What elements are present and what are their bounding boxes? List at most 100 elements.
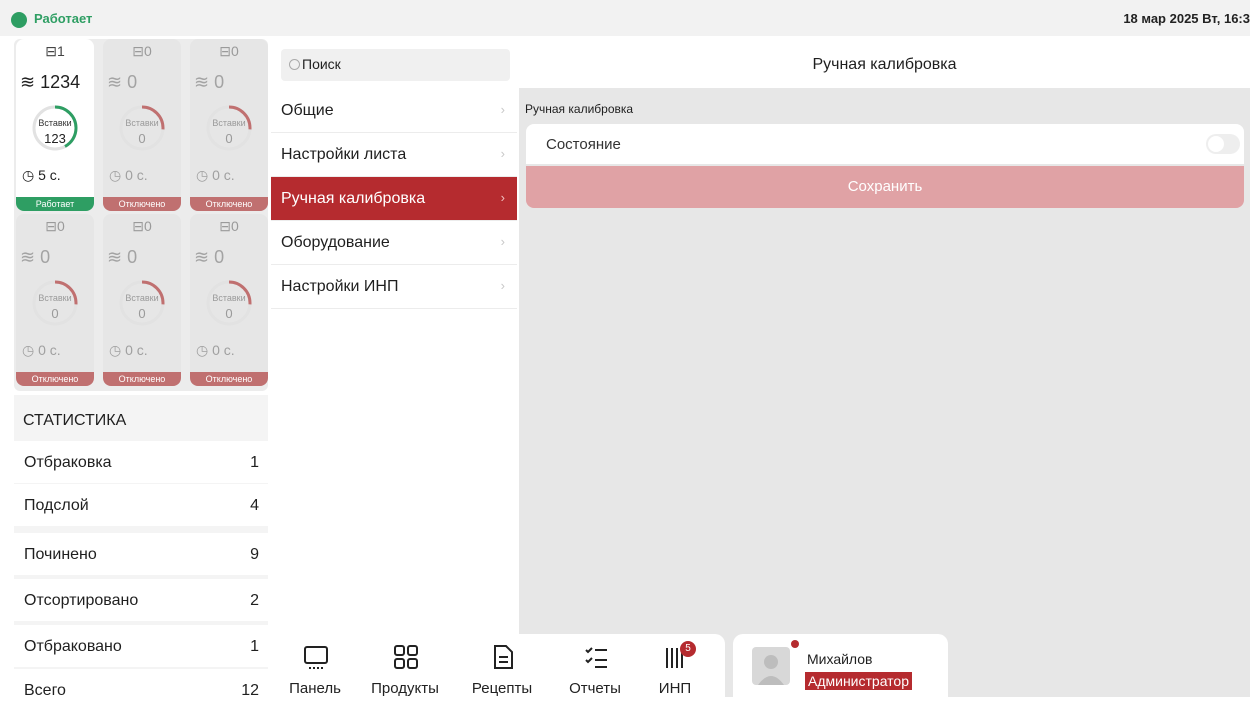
- counter-icon: ⊟: [219, 218, 231, 234]
- clock-icon: ◷: [22, 167, 35, 183]
- status-label: Работает: [34, 11, 93, 26]
- machine-tile[interactable]: ⊟0 ≋ 0 Вставки 0 ◷ 0 с. Отключено: [190, 39, 268, 211]
- nav-document-button[interactable]: Рецепты: [462, 634, 542, 697]
- clock-icon: ◷: [22, 342, 35, 358]
- checklist-icon: [585, 647, 607, 668]
- grid-icon: [394, 645, 418, 669]
- toggle-knob: [1208, 136, 1224, 152]
- stack-readout: ≋ 0: [194, 247, 224, 268]
- menu-item[interactable]: Общие ›: [271, 89, 517, 133]
- settings-menu: Поиск Общие › Настройки листа › Ручная калиб…: [271, 40, 517, 628]
- status-bar: Работает 18 мар 2025 Вт, 16:3: [0, 0, 1250, 36]
- gauge-label: Вставки: [212, 293, 246, 303]
- stack-value: 0: [214, 247, 225, 267]
- counter-icon: ⊟: [132, 218, 144, 234]
- search-input[interactable]: Поиск: [281, 49, 510, 81]
- machine-state-badge: Отключено: [190, 197, 268, 211]
- counter-readout: ⊟1: [16, 43, 94, 60]
- nav-label: Рецепты: [471, 680, 533, 697]
- stat-row: Отбраковка 1: [14, 441, 268, 483]
- machine-tile[interactable]: ⊟0 ≋ 0 Вставки 0 ◷ 0 с. Отключено: [103, 214, 181, 386]
- nav-grid-button[interactable]: Продукты: [365, 634, 445, 697]
- clock-icon: ◷: [109, 342, 122, 358]
- stack-readout: ≋ 0: [107, 247, 137, 268]
- machine-tile[interactable]: ⊟0 ≋ 0 Вставки 0 ◷ 0 с. Отключено: [103, 39, 181, 211]
- menu-item[interactable]: Настройки ИНП ›: [271, 265, 517, 309]
- counter-icon: ⊟: [132, 43, 144, 59]
- inserts-gauge: Вставки 0: [202, 276, 256, 330]
- counter-icon: ⊟: [45, 218, 57, 234]
- statistics-title: СТАТИСТИКА: [23, 412, 127, 429]
- stat-value: 9: [250, 546, 259, 563]
- state-row: Состояние: [526, 124, 1244, 164]
- inserts-gauge: Вставки 0: [115, 101, 169, 155]
- search-placeholder: Поиск: [302, 56, 341, 72]
- layers-icon: ≋: [107, 72, 123, 92]
- machine-state-badge: Работает: [16, 197, 94, 211]
- gauge-ring: [206, 105, 252, 151]
- state-toggle[interactable]: [1206, 134, 1240, 154]
- document-icon: [494, 645, 513, 669]
- stat-row: Отбраковано 1: [14, 625, 268, 667]
- save-button-label: Сохранить: [847, 178, 923, 195]
- counter-readout: ⊟0: [190, 218, 268, 235]
- gauge-value: 123: [44, 131, 66, 146]
- chevron-right-icon: ›: [500, 146, 505, 161]
- stat-label: Отбраковано: [24, 638, 122, 655]
- user-name: Михайлов: [807, 651, 873, 667]
- machine-tile[interactable]: ⊟0 ≋ 0 Вставки 0 ◷ 0 с. Отключено: [190, 214, 268, 386]
- stat-row: Всего 12: [14, 669, 268, 711]
- nav-checklist-button[interactable]: Отчеты: [555, 634, 635, 697]
- counter-value: 0: [56, 218, 65, 234]
- timer-readout: ◷ 0 с.: [22, 342, 61, 359]
- stat-label: Отсортировано: [24, 592, 139, 609]
- stack-value: 0: [127, 72, 138, 92]
- user-status-dot-icon: [791, 640, 799, 648]
- timer-value: 0 с.: [212, 167, 235, 183]
- menu-item[interactable]: Оборудование ›: [271, 221, 517, 265]
- nav-monitor-button[interactable]: Панель: [275, 634, 355, 697]
- menu-item[interactable]: Настройки листа ›: [271, 133, 517, 177]
- timer-value: 0 с.: [38, 342, 61, 358]
- status-indicator-icon: [11, 12, 27, 28]
- timer-readout: ◷ 0 с.: [196, 167, 235, 184]
- save-button[interactable]: Сохранить: [526, 166, 1244, 208]
- counter-value: 0: [143, 218, 152, 234]
- user-card[interactable]: Михайлов Администратор: [733, 634, 948, 697]
- menu-item-label: Настройки листа: [281, 146, 407, 163]
- machine-tile[interactable]: ⊟0 ≋ 0 Вставки 0 ◷ 0 с. Отключено: [16, 214, 94, 386]
- stat-row: Подслой 4: [14, 484, 268, 526]
- machine-state-badge: Отключено: [103, 372, 181, 386]
- stack-readout: ≋ 0: [107, 72, 137, 93]
- gauge-ring: [119, 280, 165, 326]
- stack-readout: ≋ 0: [194, 72, 224, 93]
- stack-value: 0: [127, 247, 138, 267]
- layers-icon: ≋: [107, 247, 123, 267]
- stat-label: Починено: [24, 546, 97, 563]
- menu-item[interactable]: Ручная калибровка ›: [271, 177, 517, 221]
- state-label: Состояние: [546, 136, 621, 153]
- counter-readout: ⊟0: [103, 43, 181, 60]
- stat-label: Подслой: [24, 497, 89, 514]
- gauge-value: 0: [225, 131, 233, 146]
- gauge-value: 0: [51, 306, 59, 321]
- datetime: 18 мар 2025 Вт, 16:3: [1123, 11, 1250, 26]
- counter-value: 0: [230, 218, 239, 234]
- gauge-label: Вставки: [125, 293, 159, 303]
- machine-state-badge: Отключено: [190, 372, 268, 386]
- stat-value: 4: [250, 497, 259, 514]
- inserts-gauge: Вставки 123: [28, 101, 82, 155]
- counter-readout: ⊟0: [103, 218, 181, 235]
- avatar: [752, 647, 790, 685]
- stat-value: 12: [241, 682, 259, 699]
- menu-item-label: Ручная калибровка: [281, 190, 426, 207]
- section-label: Ручная калибровка: [525, 102, 634, 116]
- chevron-right-icon: ›: [500, 234, 505, 249]
- gauge-label: Вставки: [38, 118, 72, 128]
- machine-tile[interactable]: ⊟1 ≋ 1234 Вставки 123 ◷ 5 с. Работает: [16, 39, 94, 211]
- chevron-right-icon: ›: [500, 102, 505, 117]
- stack-value: 0: [40, 247, 51, 267]
- monitor-icon: [304, 646, 328, 669]
- stat-value: 1: [250, 638, 259, 655]
- nav-barcode-button[interactable]: 5 ИНП: [635, 634, 715, 697]
